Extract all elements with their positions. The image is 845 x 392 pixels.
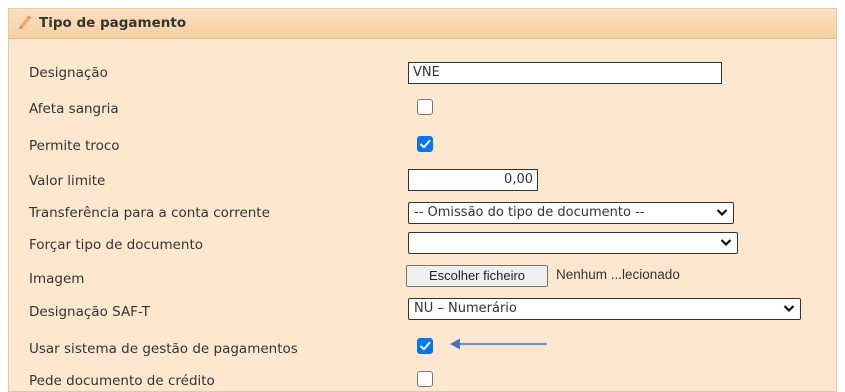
usar-sistema-checkbox[interactable] [417, 338, 433, 354]
chevron-down-icon [783, 305, 795, 313]
transferencia-selected: -- Omissão do tipo de documento -- [414, 205, 645, 220]
pencil-icon [19, 15, 32, 29]
afeta-sangria-checkbox[interactable] [417, 99, 433, 115]
panel-header: Tipo de pagamento [9, 9, 836, 39]
chevron-down-icon [716, 209, 728, 217]
transferencia-label: Transferência para a conta corrente [29, 205, 270, 221]
checkmark-icon [420, 341, 431, 351]
designacao-label: Designação [29, 65, 108, 81]
valor-limite-value: 0,00 [504, 172, 533, 187]
transferencia-select[interactable]: -- Omissão do tipo de documento -- [408, 202, 734, 224]
pede-documento-label: Pede documento de crédito [29, 373, 215, 389]
forcar-tipo-select[interactable] [408, 232, 738, 254]
designacao-saft-select[interactable]: NU – Numerário [408, 298, 801, 320]
file-status: Nenhum ...lecionado [556, 267, 680, 282]
imagem-label: Imagem [29, 271, 85, 287]
valor-limite-label: Valor limite [29, 173, 106, 189]
payment-type-panel: Tipo de pagamento Designação VNE Afeta s… [8, 8, 837, 392]
checkmark-icon [420, 139, 431, 149]
valor-limite-input[interactable]: 0,00 [408, 169, 538, 191]
designacao-value: VNE [413, 65, 440, 80]
designacao-saft-label: Designação SAF-T [29, 304, 150, 320]
designacao-saft-selected: NU – Numerário [414, 301, 517, 316]
pede-documento-checkbox[interactable] [417, 371, 433, 387]
afeta-sangria-label: Afeta sangria [29, 101, 119, 117]
panel-title: Tipo de pagamento [39, 15, 187, 31]
chevron-down-icon [720, 239, 732, 247]
arrow-annotation [450, 338, 547, 350]
designacao-input[interactable]: VNE [408, 62, 722, 84]
forcar-tipo-label: Forçar tipo de documento [29, 237, 204, 253]
choose-file-button[interactable]: Escolher ficheiro [406, 265, 548, 287]
usar-sistema-label: Usar sistema de gestão de pagamentos [29, 341, 298, 357]
permite-troco-checkbox[interactable] [417, 136, 433, 152]
permite-troco-label: Permite troco [29, 138, 120, 154]
